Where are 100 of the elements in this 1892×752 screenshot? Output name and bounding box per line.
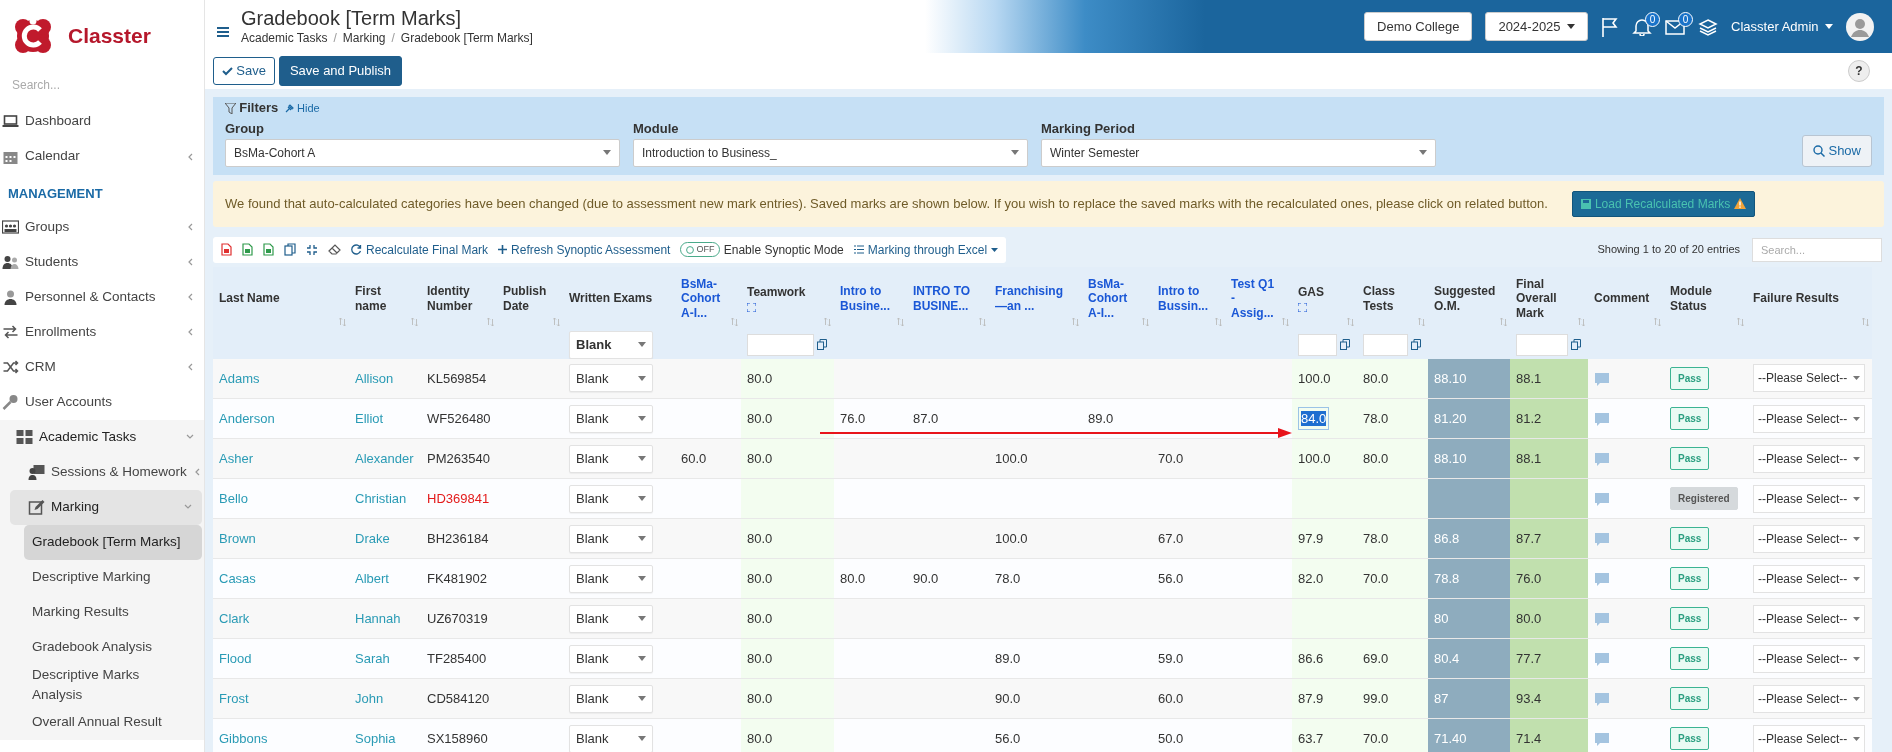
menu-icon[interactable] (217, 26, 229, 37)
comment-icon[interactable] (1594, 731, 1610, 747)
column-link[interactable]: Test Q1 - Assig... (1231, 276, 1278, 321)
sort-icon[interactable] (1347, 317, 1354, 326)
breadcrumb-item[interactable]: Marking (342, 28, 386, 47)
sort-icon[interactable] (339, 317, 346, 326)
envelope-icon[interactable] (1665, 17, 1686, 36)
sort-icon[interactable] (979, 317, 986, 326)
marking-excel-dropdown[interactable]: Marking through Excel (853, 240, 999, 259)
failure-results-select[interactable]: --Please Select-- (1753, 644, 1865, 673)
filter-select[interactable]: BsMa-Cohort A (225, 138, 620, 167)
written-exams-select[interactable]: Blank (569, 484, 653, 513)
written-exams-select[interactable]: Blank (569, 644, 653, 673)
sort-icon[interactable] (731, 317, 738, 326)
written-exams-select[interactable]: Blank (569, 524, 653, 553)
written-exams-select[interactable]: Blank (569, 444, 653, 473)
sort-icon[interactable] (553, 317, 560, 326)
sort-icon[interactable] (1142, 317, 1149, 326)
copy-icon[interactable] (1571, 339, 1582, 350)
column-link[interactable]: BsMa-Cohort A-I... (681, 276, 727, 321)
comment-icon[interactable] (1594, 451, 1610, 467)
pdf-file-icon[interactable] (221, 243, 232, 256)
written-exams-select[interactable]: Blank (569, 724, 653, 752)
column-link[interactable]: Franchising —an ... (995, 284, 1068, 313)
expand-icon[interactable] (1298, 303, 1307, 313)
sidebar-item[interactable]: Overall Annual Result (24, 705, 202, 740)
sort-icon[interactable] (1282, 317, 1289, 326)
sidebar-item[interactable]: Groups (0, 209, 204, 245)
sidebar-item[interactable]: Sessions & Homework (10, 454, 202, 490)
comment-icon[interactable] (1594, 691, 1610, 707)
written-exams-select[interactable]: Blank (569, 564, 653, 593)
sort-icon[interactable] (1862, 317, 1869, 326)
sort-icon[interactable] (1578, 317, 1585, 326)
breadcrumb-item[interactable]: Academic Tasks (241, 28, 328, 47)
sidebar-item[interactable]: Gradebook Analysis (24, 629, 202, 665)
filter-select[interactable]: Introduction to Business_ (633, 138, 1028, 167)
recalculate-link[interactable]: Recalculate Final Mark (351, 240, 489, 259)
sort-icon[interactable] (1654, 317, 1661, 326)
column-link[interactable]: BsMa-Cohort A-I... (1088, 276, 1138, 321)
sidebar-item[interactable]: Marking Results (24, 594, 202, 630)
written-exams-select[interactable]: Blank (569, 684, 653, 713)
column-link[interactable]: INTRO TO BUSINE... (913, 284, 975, 313)
grade-input[interactable]: 84.0 (1298, 406, 1330, 431)
column-filter-input[interactable] (1298, 333, 1337, 356)
copy-icon[interactable] (284, 243, 296, 256)
year-dropdown[interactable]: 2024-2025 (1485, 11, 1589, 42)
sort-icon[interactable] (897, 317, 904, 326)
column-link[interactable]: Intro to Busine... (840, 284, 893, 313)
failure-results-select[interactable]: --Please Select-- (1753, 564, 1865, 593)
sort-icon[interactable] (411, 317, 418, 326)
column-filter-input[interactable] (1516, 333, 1568, 356)
layers-icon[interactable] (1698, 17, 1719, 36)
copy-icon[interactable] (1340, 339, 1351, 350)
sidebar-item[interactable]: Dashboard (0, 104, 204, 139)
column-filter-select[interactable]: Blank (569, 330, 653, 359)
sort-icon[interactable] (1072, 317, 1079, 326)
sort-icon[interactable] (1737, 317, 1744, 326)
sort-icon[interactable] (1215, 317, 1222, 326)
column-link[interactable]: Intro to Bussin... (1158, 284, 1211, 313)
excel-file-icon[interactable] (242, 243, 253, 256)
comment-icon[interactable] (1594, 611, 1610, 627)
failure-results-select[interactable]: --Please Select-- (1753, 364, 1865, 393)
failure-results-select[interactable]: --Please Select-- (1753, 684, 1865, 713)
written-exams-select[interactable]: Blank (569, 604, 653, 633)
column-filter-input[interactable] (747, 333, 814, 356)
show-button[interactable]: Show (1802, 135, 1872, 167)
sidebar-item[interactable]: User Accounts (0, 384, 204, 420)
sidebar-item[interactable]: Gradebook [Term Marks] (24, 524, 202, 560)
expand-icon[interactable] (747, 303, 756, 313)
copy-icon[interactable] (817, 339, 828, 350)
sidebar-item[interactable]: CRM (0, 349, 204, 385)
hide-link[interactable]: Hide (284, 99, 320, 117)
failure-results-select[interactable]: --Please Select-- (1753, 444, 1865, 473)
college-button[interactable]: Demo College (1364, 11, 1473, 42)
sidebar-item[interactable]: Marking (10, 489, 202, 525)
failure-results-select[interactable]: --Please Select-- (1753, 484, 1865, 513)
failure-results-select[interactable]: --Please Select-- (1753, 404, 1865, 433)
sort-icon[interactable] (1418, 317, 1425, 326)
failure-results-select[interactable]: --Please Select-- (1753, 524, 1865, 553)
comment-icon[interactable] (1594, 531, 1610, 547)
sidebar-item[interactable]: Enrollments (0, 314, 204, 350)
help-button[interactable]: ? (1848, 60, 1870, 82)
copy-icon[interactable] (1411, 339, 1422, 350)
comment-icon[interactable] (1594, 411, 1610, 427)
sidebar-item[interactable]: Personnel & Contacts (0, 279, 204, 315)
comment-icon[interactable] (1594, 651, 1610, 667)
csv-file-icon[interactable] (263, 243, 274, 256)
sort-icon[interactable] (824, 317, 831, 326)
filter-select[interactable]: Winter Semester (1041, 138, 1436, 167)
failure-results-select[interactable]: --Please Select-- (1753, 724, 1865, 752)
sort-icon[interactable] (1500, 317, 1507, 326)
table-search-field[interactable]: Search... (1752, 237, 1882, 262)
save-button[interactable]: Save (213, 57, 275, 85)
flag-icon[interactable] (1601, 16, 1620, 37)
save-and-publish-button[interactable]: Save and Publish (278, 56, 403, 86)
comment-icon[interactable] (1594, 491, 1610, 507)
user-menu[interactable]: Classter Admin (1731, 16, 1833, 37)
sidebar-item[interactable]: Academic Tasks (0, 419, 204, 455)
bell-icon[interactable] (1632, 17, 1653, 36)
sidebar-item[interactable]: Calendar (0, 139, 204, 174)
